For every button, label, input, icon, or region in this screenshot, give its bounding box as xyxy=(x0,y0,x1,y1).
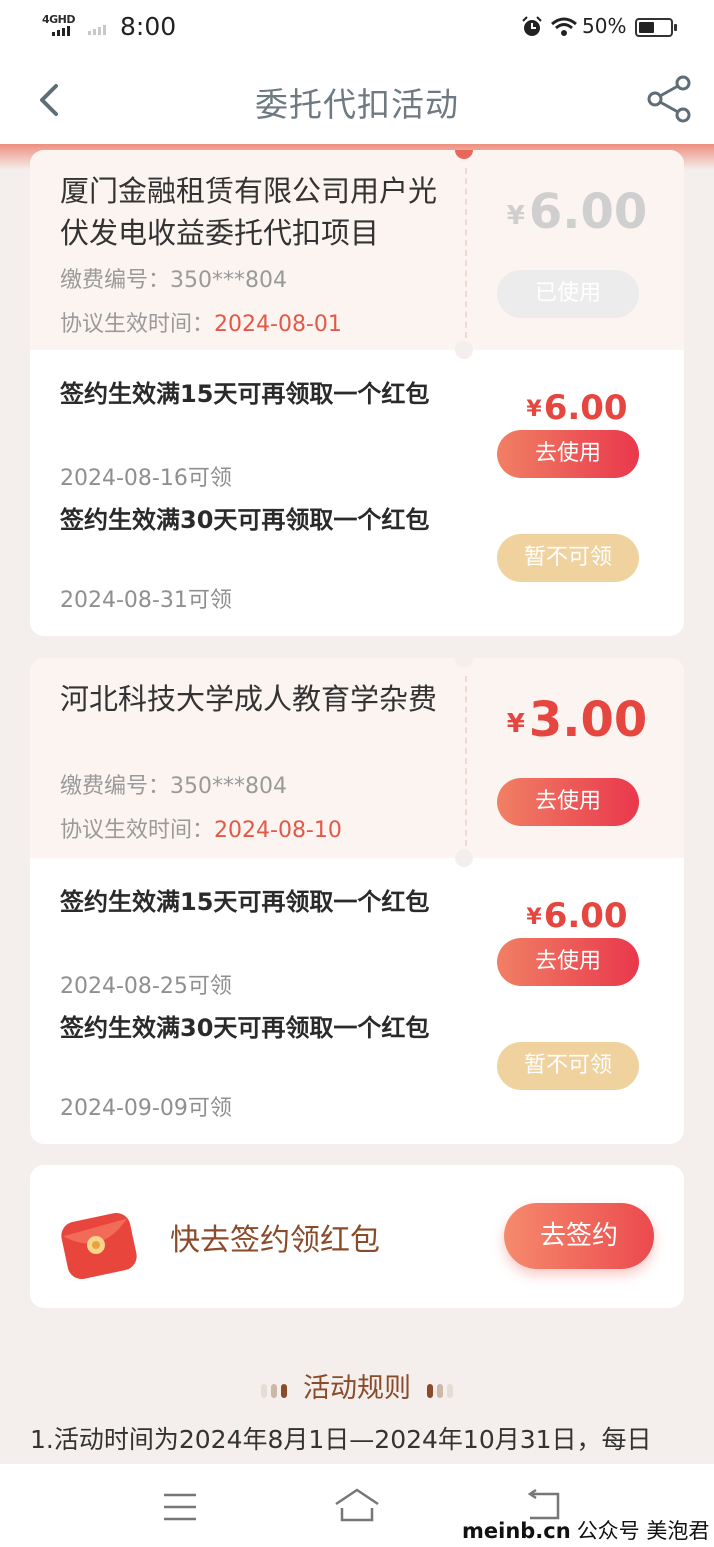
decoration-icon xyxy=(425,1374,455,1405)
reward-date: 2024-08-31可领 xyxy=(60,588,232,613)
clock: 8:00 xyxy=(120,12,177,41)
payment-code: 缴费编号：350***804 xyxy=(60,774,287,799)
reward-title: 签约生效满15天可再领取一个红包 xyxy=(60,380,430,408)
coupon-amount: ¥3.00 xyxy=(506,692,648,748)
coupon-amount: ¥6.00 xyxy=(506,184,648,240)
agreement-summary: 厦门金融租赁有限公司用户光伏发电收益委托代扣项目 缴费编号：350***804 … xyxy=(30,150,684,359)
signal-secondary-icon xyxy=(88,25,106,35)
reward-list: 签约生效满15天可再领取一个红包 2024-08-25可领 ¥6.00 去使用 … xyxy=(30,858,684,1144)
dashed-divider xyxy=(465,168,467,338)
payment-code: 缴费编号：350***804 xyxy=(60,268,287,293)
alarm-icon xyxy=(522,16,542,36)
watermark: meinb.cn 公众号 美泡君 xyxy=(462,1519,710,1543)
project-name: 河北科技大学成人教育学杂费 xyxy=(60,682,438,716)
red-envelope-icon xyxy=(61,1212,137,1280)
reward-date: 2024-08-16可领 xyxy=(60,466,232,491)
menu-icon[interactable] xyxy=(162,1492,198,1522)
reward-amount: ¥6.00 xyxy=(526,896,628,936)
effective-time: 协议生效时间：2024-08-01 xyxy=(60,312,342,337)
nav-bar: 委托代扣活动 xyxy=(0,56,714,144)
project-name: 厦门金融租赁有限公司用户光伏发电收益委托代扣项目 xyxy=(60,174,438,250)
reward-date: 2024-09-09可领 xyxy=(60,1096,232,1121)
use-button[interactable]: 去使用 xyxy=(497,938,639,986)
unavailable-button: 暂不可领 xyxy=(497,1042,639,1090)
agreement-card: 厦门金融租赁有限公司用户光伏发电收益委托代扣项目 缴费编号：350***804 … xyxy=(30,150,684,636)
used-button: 已使用 xyxy=(497,270,639,318)
battery-level: 50% xyxy=(582,14,627,38)
reward-title: 签约生效满30天可再领取一个红包 xyxy=(60,1014,430,1042)
sign-promo-card: 快去签约领红包 去签约 xyxy=(30,1165,684,1308)
unavailable-button: 暂不可领 xyxy=(497,534,639,582)
use-button[interactable]: 去使用 xyxy=(497,430,639,478)
page-title: 委托代扣活动 xyxy=(255,85,459,124)
decoration-icon xyxy=(259,1374,289,1405)
home-icon[interactable] xyxy=(332,1486,382,1526)
promo-text: 快去签约领红包 xyxy=(170,1223,380,1258)
reward-title: 签约生效满30天可再领取一个红包 xyxy=(60,506,430,534)
wifi-icon xyxy=(551,17,577,36)
use-button[interactable]: 去使用 xyxy=(497,778,639,826)
reward-list: 签约生效满15天可再领取一个红包 2024-08-16可领 ¥6.00 去使用 … xyxy=(30,350,684,636)
network-type: 4GHD xyxy=(42,13,76,26)
card-notch xyxy=(455,150,473,159)
reward-amount: ¥6.00 xyxy=(526,388,628,428)
effective-time: 协议生效时间：2024-08-10 xyxy=(60,818,342,843)
sign-button[interactable]: 去签约 xyxy=(504,1203,654,1269)
reward-date: 2024-08-25可领 xyxy=(60,974,232,999)
battery-icon xyxy=(635,18,677,37)
share-icon[interactable] xyxy=(645,74,693,124)
card-notch xyxy=(455,658,473,667)
dashed-divider xyxy=(465,676,467,846)
agreement-card: 河北科技大学成人教育学杂费 缴费编号：350***804 协议生效时间：2024… xyxy=(30,658,684,1144)
status-bar: 4GHD 8:00 50% xyxy=(0,0,714,56)
signal-icon xyxy=(52,26,70,36)
reward-title: 签约生效满15天可再领取一个红包 xyxy=(60,888,430,916)
agreement-summary: 河北科技大学成人教育学杂费 缴费编号：350***804 协议生效时间：2024… xyxy=(30,658,684,867)
rules-heading: 活动规则 xyxy=(0,1366,714,1405)
